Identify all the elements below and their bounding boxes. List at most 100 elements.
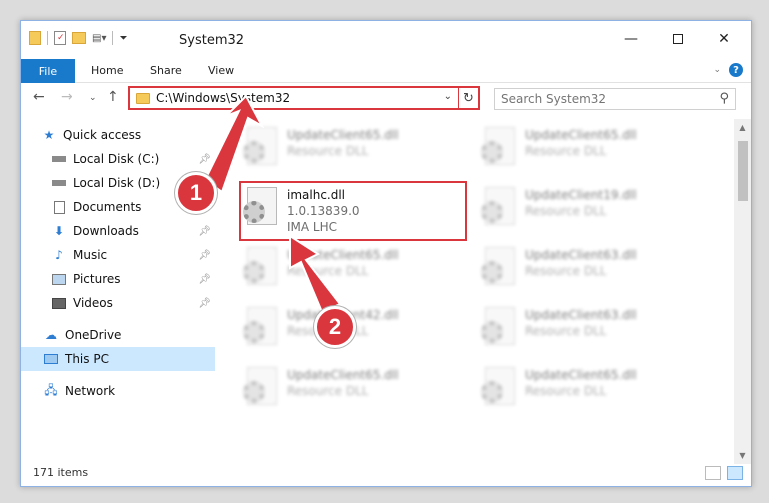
refresh-icon: ↻ (463, 90, 474, 106)
file-type: Resource DLL (525, 384, 607, 398)
search-input[interactable] (501, 92, 701, 106)
quick-access-toolbar: ✓ ▤▾ ⏷ (29, 31, 127, 45)
tab-share[interactable]: Share (150, 64, 182, 77)
nav-pictures[interactable]: Pictures 📌︎ (51, 267, 215, 291)
help-icon[interactable]: ? (729, 63, 743, 77)
close-button[interactable]: ✕ (710, 29, 738, 49)
close-icon: ✕ (718, 31, 730, 47)
music-icon: ♪ (55, 248, 63, 262)
item-count: 171 items (33, 466, 89, 479)
back-arrow-icon[interactable]: ← (33, 89, 45, 105)
address-path[interactable]: C:\Windows\System32 (156, 91, 290, 105)
recent-locations-icon[interactable]: ⌄ (89, 93, 97, 103)
forward-arrow-icon[interactable]: → (61, 89, 73, 105)
folder-icon[interactable] (29, 31, 41, 45)
videos-icon (51, 296, 67, 310)
scrollbar-thumb[interactable] (738, 141, 748, 201)
file-item[interactable]: UpdateClient42.dllResource DLL (241, 303, 471, 355)
minimize-icon: — (624, 31, 638, 47)
file-type: Resource DLL (525, 144, 607, 158)
nav-label: Local Disk (D:) (73, 176, 161, 190)
search-icon[interactable]: ⚲ (719, 91, 729, 106)
minimize-button[interactable]: — (617, 29, 645, 49)
dll-file-icon (479, 187, 519, 231)
refresh-button[interactable]: ↻ (458, 86, 480, 110)
expand-ribbon-icon[interactable]: ⌄ (713, 65, 721, 75)
search-box[interactable]: ⚲ (494, 88, 736, 110)
cloud-icon: ☁ (45, 328, 57, 342)
up-arrow-icon[interactable]: ↑ (107, 89, 119, 105)
computer-icon (43, 352, 59, 366)
pin-icon: 📌︎ (198, 273, 211, 285)
file-name: UpdateClient65.dll (287, 128, 399, 142)
nav-onedrive[interactable]: ☁ OneDrive (43, 323, 215, 347)
nav-label: Pictures (73, 272, 121, 286)
explorer-window: ✓ ▤▾ ⏷ System32 — ✕ File Home Share View… (20, 20, 752, 487)
star-icon: ★ (43, 128, 55, 142)
pin-icon: 📌︎ (198, 297, 211, 309)
file-item[interactable]: UpdateClient63.dll Resource DLL (479, 303, 709, 355)
folder-icon (136, 92, 150, 104)
nav-label: Local Disk (C:) (73, 152, 160, 166)
documents-icon (51, 200, 67, 214)
tab-file[interactable]: File (21, 59, 75, 83)
step-2-badge: 2 (314, 306, 356, 348)
address-dropdown-icon[interactable]: ⌄ (444, 91, 452, 102)
file-item[interactable]: UpdateClient65.dll Resource DLL (479, 363, 709, 415)
tab-home[interactable]: Home (91, 64, 123, 77)
tab-view[interactable]: View (208, 64, 234, 77)
dll-file-icon (479, 127, 519, 171)
file-item[interactable]: UpdateClient65.dll Resource DLL (479, 123, 709, 175)
qat-dropdown-icon[interactable]: ⏷ (119, 33, 127, 44)
file-type: Resource DLL (287, 384, 369, 398)
ribbon: File Home Share View ⌄ ? (21, 59, 751, 83)
new-folder-icon[interactable] (72, 32, 86, 44)
file-type: Resource DLL (525, 264, 607, 278)
pin-icon: 📌︎ (198, 153, 211, 165)
step-1-badge: 1 (175, 172, 217, 214)
address-bar[interactable]: C:\Windows\System32 ⌄ (128, 86, 480, 110)
file-name: UpdateClient65.dll (525, 368, 637, 382)
nav-videos[interactable]: Videos 📌︎ (51, 291, 215, 315)
file-item[interactable]: UpdateClient65.dll Resource DLL (241, 243, 471, 295)
maximize-button[interactable] (664, 29, 692, 49)
nav-label: This PC (65, 352, 109, 366)
scroll-up-icon[interactable]: ▲ (734, 119, 751, 136)
nav-local-disk-c[interactable]: Local Disk (C:) 📌︎ (51, 147, 215, 171)
file-list: UpdateClient65.dll Resource DLL imalhc.dl… (221, 119, 731, 464)
file-item[interactable]: UpdateClient63.dll Resource DLL (479, 243, 709, 295)
navigation-bar: ← → ⌄ ↑ C:\Windows\System32 ⌄ ↻ ⚲ (21, 83, 751, 115)
maximize-icon (673, 34, 683, 44)
nav-network[interactable]: 🖧︎ Network (43, 379, 215, 403)
file-name: UpdateClient65.dll (525, 128, 637, 142)
pin-icon: 📌︎ (198, 249, 211, 261)
file-name: UpdateClient19.dll (525, 188, 637, 202)
file-highlight-box (239, 181, 467, 241)
nav-music[interactable]: ♪ Music 📌︎ (51, 243, 215, 267)
status-bar: 171 items (21, 462, 751, 486)
nav-quick-access[interactable]: ★ Quick access (41, 123, 215, 147)
nav-downloads[interactable]: ⬇ Downloads 📌︎ (51, 219, 215, 243)
file-name: UpdateClient63.dll (525, 248, 637, 262)
dll-file-icon (241, 307, 281, 351)
vertical-scrollbar[interactable]: ▲ ▼ (734, 119, 751, 464)
properties-icon[interactable]: ✓ (54, 31, 66, 45)
file-name: UpdateClient65.dll (287, 368, 399, 382)
drive-icon (51, 176, 67, 190)
tiles-view-icon[interactable] (727, 466, 743, 480)
pin-icon: 📌︎ (198, 225, 211, 237)
nav-this-pc[interactable]: This PC (21, 347, 215, 371)
file-item[interactable]: UpdateClient19.dll Resource DLL (479, 183, 709, 235)
customize-toolbar-icon[interactable]: ▤▾ (92, 33, 106, 44)
details-view-icon[interactable] (705, 466, 721, 480)
download-icon: ⬇ (53, 224, 65, 238)
file-type: Resource DLL (525, 324, 607, 338)
nav-label: Music (73, 248, 108, 262)
dll-file-icon (479, 367, 519, 411)
navigation-pane: ★ Quick access Local Disk (C:) 📌︎ Local … (21, 119, 215, 464)
network-icon: 🖧︎ (44, 382, 58, 397)
file-item[interactable]: UpdateClient65.dll Resource DLL (241, 123, 471, 175)
file-item[interactable]: UpdateClient65.dll Resource DLL (241, 363, 471, 415)
dll-file-icon (241, 247, 281, 291)
divider (112, 31, 114, 45)
